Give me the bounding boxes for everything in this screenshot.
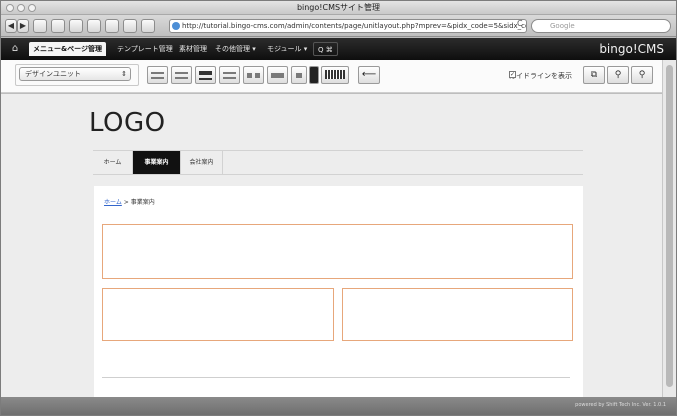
forward-button[interactable]: ▶ xyxy=(17,19,29,33)
content-divider xyxy=(102,377,570,378)
search-input[interactable]: Google xyxy=(531,19,671,33)
page-canvas: LOGO ホーム 事業案内 会社案内 ホーム > 事業案内 xyxy=(1,94,662,397)
nav-item-company[interactable]: 会社案内 xyxy=(181,151,223,174)
content-unit-right[interactable] xyxy=(342,288,573,341)
tab-menu-page[interactable]: メニュー&ページ管理 xyxy=(29,42,106,56)
zoom-in-icon[interactable]: ⚲ xyxy=(631,66,653,84)
layout-1col-button[interactable] xyxy=(147,66,168,84)
back-arrow-button[interactable]: ⟵ xyxy=(358,66,380,84)
layout-2col-button[interactable] xyxy=(243,66,264,84)
layout-bar xyxy=(247,73,252,78)
home-icon[interactable]: ⌂ xyxy=(7,42,23,56)
layout-bar xyxy=(223,77,236,79)
layout-bar xyxy=(175,77,188,79)
breadcrumb-separator: > xyxy=(123,199,129,206)
layout-split-button[interactable] xyxy=(219,66,240,84)
layout-bar xyxy=(199,71,212,75)
design-unit-select[interactable]: デザインユニット ⇕ xyxy=(19,67,131,81)
add-bookmark-icon[interactable] xyxy=(141,19,155,33)
bookmark-icon[interactable] xyxy=(33,19,47,33)
select-arrow-icon: ⇕ xyxy=(121,70,127,78)
breadcrumb-current: 事業案内 xyxy=(130,199,155,206)
content-unit-left[interactable] xyxy=(102,288,334,341)
layout-bar xyxy=(271,73,284,78)
design-unit-value: デザインユニット xyxy=(25,70,81,78)
tab-search[interactable]: Q ⌘ xyxy=(313,42,338,56)
grid-view-icon[interactable] xyxy=(105,19,119,33)
layout-header-button[interactable] xyxy=(195,66,216,84)
site-nav: ホーム 事業案内 会社案内 xyxy=(93,150,583,175)
search-placeholder: Google xyxy=(550,22,575,30)
window-title: bingo!CMSサイト管理 xyxy=(296,3,381,12)
layout-bar xyxy=(199,78,212,80)
status-text: powered by Shift Tech Inc. Ver. 1.0.1 xyxy=(575,402,666,408)
copy-icon[interactable]: ⧉ xyxy=(583,66,605,84)
layout-column-button[interactable] xyxy=(309,66,319,84)
browser-window: bingo!CMSサイト管理 ◀ ▶ http://tutorial.bingo… xyxy=(0,0,677,416)
tab-other[interactable]: その他管理 ▾ xyxy=(211,42,260,56)
layout-bar xyxy=(223,72,236,74)
layout-grid-button[interactable] xyxy=(321,66,349,84)
cms-brand: bingo!CMS xyxy=(599,42,664,56)
zoom-out-icon[interactable]: ⚲ xyxy=(607,66,629,84)
layout-narrow-button[interactable] xyxy=(291,66,307,84)
site-logo[interactable]: LOGO xyxy=(89,108,166,138)
tab-module[interactable]: モジュール ▾ xyxy=(263,42,311,56)
share-icon[interactable] xyxy=(123,19,137,33)
layout-bar xyxy=(151,77,164,79)
tab-view-icon[interactable] xyxy=(51,19,65,33)
guideline-toggle[interactable]: ✓ ガイドラインを表示 xyxy=(509,71,572,81)
title-bar: bingo!CMSサイト管理 xyxy=(1,1,676,15)
cms-menu-bar: ⌂ メニュー&ページ管理 テンプレート管理 素材管理 その他管理 ▾ モジュール… xyxy=(1,38,676,60)
breadcrumb: ホーム > 事業案内 xyxy=(104,197,155,206)
browser-toolbar: ◀ ▶ http://tutorial.bingo-cms.com/admin/… xyxy=(1,15,676,37)
nav-item-home[interactable]: ホーム xyxy=(93,151,133,174)
layout-bar xyxy=(325,70,345,79)
content-unit-wide[interactable] xyxy=(102,224,573,279)
status-bar: powered by Shift Tech Inc. Ver. 1.0.1 xyxy=(1,397,676,415)
layout-bar xyxy=(175,72,188,74)
url-text: http://tutorial.bingo-cms.com/admin/cont… xyxy=(182,22,527,30)
print-icon[interactable] xyxy=(87,19,101,33)
layout-bar xyxy=(296,73,302,78)
content-area: ホーム > 事業案内 xyxy=(94,186,583,397)
scroll-thumb[interactable] xyxy=(666,65,673,387)
design-toolbar: デザインユニット ⇕ ⟵ ✓ ガイドラインを表示 ⧉ ⚲ ⚲ xyxy=(1,60,676,93)
guideline-checkbox[interactable]: ✓ xyxy=(509,71,516,78)
address-bar[interactable]: http://tutorial.bingo-cms.com/admin/cont… xyxy=(169,19,527,33)
layout-wide-button[interactable] xyxy=(267,66,288,84)
tab-material[interactable]: 素材管理 xyxy=(175,42,211,56)
layout-2row-button[interactable] xyxy=(171,66,192,84)
history-icon[interactable] xyxy=(69,19,83,33)
vertical-scrollbar[interactable] xyxy=(662,60,676,397)
guideline-label: ガイドラインを表示 xyxy=(509,72,572,80)
tab-template[interactable]: テンプレート管理 xyxy=(113,42,177,56)
back-button[interactable]: ◀ xyxy=(5,19,17,33)
layout-bar xyxy=(151,72,164,74)
breadcrumb-home-link[interactable]: ホーム xyxy=(104,199,122,206)
globe-icon xyxy=(172,22,180,30)
reload-icon[interactable]: C xyxy=(517,19,523,28)
nav-item-business[interactable]: 事業案内 xyxy=(133,151,181,174)
layout-bar xyxy=(255,73,260,78)
